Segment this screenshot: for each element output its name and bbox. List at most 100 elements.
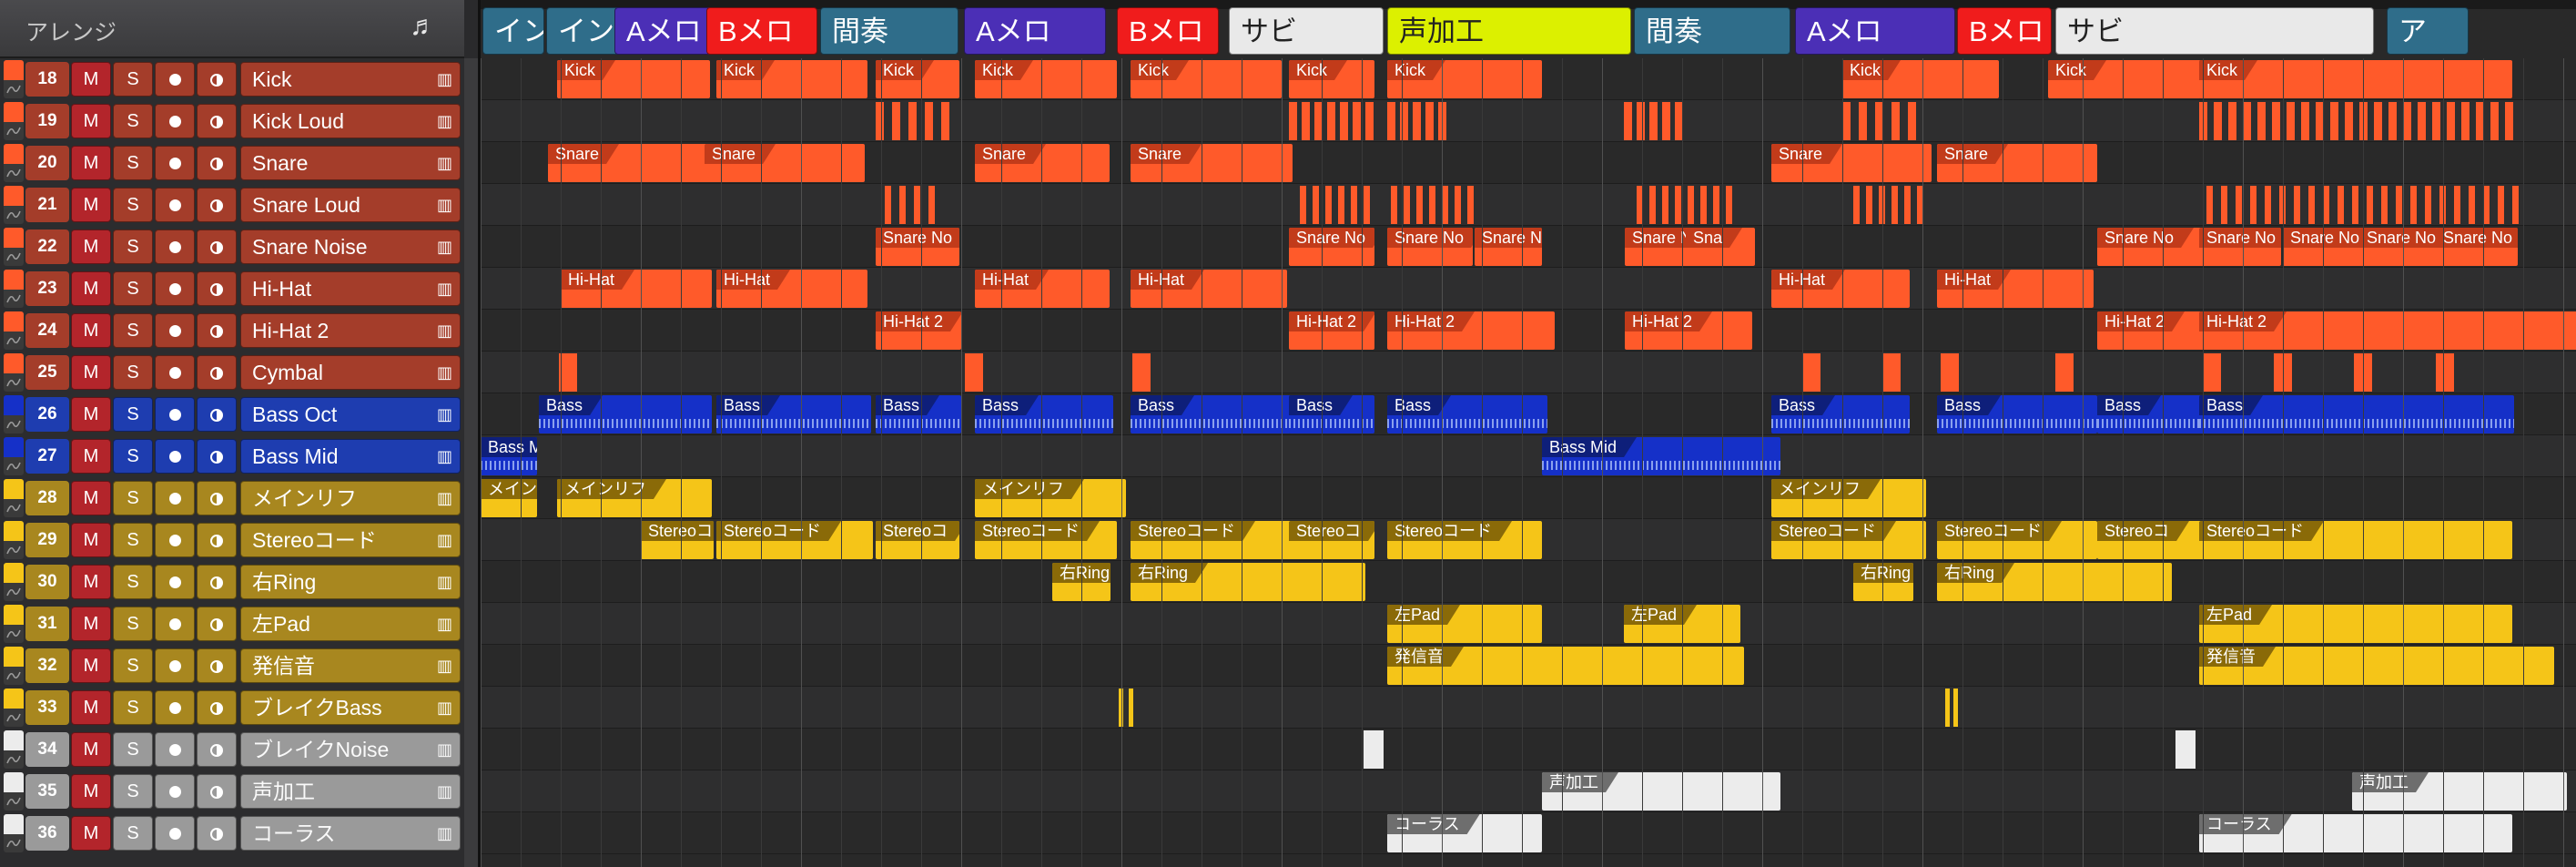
hit-event[interactable] — [914, 186, 920, 224]
section-marker[interactable]: Aメロ — [1795, 7, 1955, 55]
clip[interactable]: Stereoコ — [876, 521, 959, 559]
monitor-button[interactable] — [197, 146, 237, 180]
hit-event[interactable] — [1353, 102, 1361, 140]
instrument-keyboard-icon[interactable]: ▥ — [437, 356, 452, 389]
track-color-swatch[interactable] — [4, 353, 24, 373]
clip[interactable]: 左Pad — [2199, 605, 2512, 643]
hit-event[interactable] — [2425, 186, 2431, 224]
hit-event[interactable] — [2323, 186, 2329, 224]
track-name[interactable]: メインリフ ▥ — [240, 481, 461, 515]
hit-event[interactable] — [2490, 102, 2499, 140]
record-button[interactable] — [155, 732, 195, 767]
solo-button[interactable]: S — [113, 816, 153, 851]
clip[interactable]: Snare No — [2436, 228, 2518, 266]
mute-button[interactable]: M — [71, 774, 111, 809]
clip[interactable]: 左Pad — [1387, 605, 1542, 643]
clip[interactable]: Bass Mid — [1542, 437, 1780, 475]
hit-event[interactable] — [1413, 102, 1421, 140]
automation-wave-icon[interactable] — [6, 794, 21, 809]
track-name[interactable]: Bass Mid ▥ — [240, 439, 461, 474]
instrument-keyboard-icon[interactable]: ▥ — [437, 607, 452, 640]
clip[interactable]: Bass M — [481, 437, 537, 475]
clip[interactable]: Bass — [975, 395, 1113, 434]
clip[interactable]: メインリフ — [557, 479, 712, 517]
track-name[interactable]: ブレイクNoise ▥ — [240, 732, 461, 767]
clip[interactable]: Bass — [876, 395, 961, 434]
clip[interactable]: 右Ring — [1853, 563, 1913, 601]
mute-button[interactable]: M — [71, 188, 111, 222]
automation-wave-icon[interactable] — [6, 375, 21, 390]
track-header[interactable]: 33 M S ブレイクBass ▥ — [0, 687, 478, 729]
track-header[interactable]: 32 M S 発信音 ▥ — [0, 645, 478, 687]
instrument-keyboard-icon[interactable]: ▥ — [437, 189, 452, 221]
track-name[interactable]: Snare Loud ▥ — [240, 188, 461, 222]
clip[interactable]: Stereoコード — [1387, 521, 1542, 559]
automation-wave-icon[interactable] — [6, 291, 21, 306]
track-name[interactable]: 左Pad ▥ — [240, 607, 461, 641]
clip[interactable]: Bass — [1131, 395, 1291, 434]
clip[interactable]: Hi-Hat 2 — [1387, 311, 1555, 350]
hit-event[interactable] — [1313, 186, 1319, 224]
mute-button[interactable]: M — [71, 523, 111, 557]
hit-event[interactable] — [2228, 102, 2236, 140]
instrument-keyboard-icon[interactable]: ▥ — [437, 775, 452, 808]
hit-event[interactable] — [908, 102, 917, 140]
arrange-area[interactable]: インイントロAメロBメロ間奏AメロBメロサビ声加工間奏AメロBメロサビア Kic… — [481, 0, 2576, 867]
track-lane[interactable] — [481, 352, 2576, 393]
hit-event[interactable] — [2338, 186, 2344, 224]
clip[interactable]: Hi-Hat — [561, 270, 712, 308]
hit-event[interactable] — [1351, 186, 1357, 224]
hit-event[interactable] — [2469, 186, 2475, 224]
hit-event[interactable] — [1953, 688, 1958, 727]
automation-wave-icon[interactable] — [6, 82, 21, 97]
track-color-swatch[interactable] — [4, 772, 24, 792]
clip[interactable]: Stereoコ — [641, 521, 714, 559]
track-name[interactable]: Snare ▥ — [240, 146, 461, 180]
hit-event[interactable] — [1649, 186, 1656, 224]
section-marker[interactable]: サビ — [2055, 7, 2374, 55]
section-marker[interactable]: Bメロ — [706, 7, 817, 55]
solo-button[interactable]: S — [113, 607, 153, 641]
clip[interactable]: Kick — [2048, 60, 2201, 98]
section-marker[interactable]: Aメロ — [964, 7, 1106, 55]
hit-event[interactable] — [1416, 186, 1423, 224]
hit-event[interactable] — [1866, 186, 1872, 224]
hit-event[interactable] — [1891, 102, 1900, 140]
monitor-button[interactable] — [197, 690, 237, 725]
clip[interactable]: Bass — [1771, 395, 1910, 434]
track-header[interactable]: 19 M S Kick Loud ▥ — [0, 100, 478, 142]
clip[interactable]: 声加工 — [1542, 772, 1780, 811]
clip[interactable]: Hi-Hat 2 — [1625, 311, 1752, 350]
hit-event[interactable] — [1882, 353, 1901, 392]
hit-event[interactable] — [1675, 186, 1681, 224]
hit-event[interactable] — [2250, 186, 2257, 224]
automation-wave-icon[interactable] — [6, 627, 21, 641]
monitor-button[interactable] — [197, 104, 237, 138]
hit-event[interactable] — [2403, 102, 2411, 140]
hit-event[interactable] — [2214, 102, 2222, 140]
monitor-button[interactable] — [197, 439, 237, 474]
hit-event[interactable] — [899, 186, 906, 224]
clip[interactable]: メイン — [481, 479, 537, 517]
instrument-keyboard-icon[interactable]: ▥ — [437, 566, 452, 598]
track-lane[interactable] — [481, 477, 2576, 519]
solo-button[interactable]: S — [113, 481, 153, 515]
clip[interactable]: Snare — [1771, 144, 1932, 182]
hit-event[interactable] — [1289, 102, 1297, 140]
instrument-keyboard-icon[interactable]: ▥ — [437, 649, 452, 682]
mute-button[interactable]: M — [71, 816, 111, 851]
hit-event[interactable] — [1325, 186, 1332, 224]
hit-event[interactable] — [2330, 102, 2338, 140]
record-button[interactable] — [155, 523, 195, 557]
automation-wave-icon[interactable] — [6, 417, 21, 432]
instrument-keyboard-icon[interactable]: ▥ — [437, 272, 452, 305]
hit-event[interactable] — [892, 102, 900, 140]
hit-event[interactable] — [2236, 186, 2242, 224]
record-button[interactable] — [155, 230, 195, 264]
hit-event[interactable] — [1467, 186, 1474, 224]
track-color-swatch[interactable] — [4, 144, 24, 164]
hit-event[interactable] — [2203, 353, 2221, 392]
track-name[interactable]: 発信音 ▥ — [240, 648, 461, 683]
music-note-icon[interactable]: ♬ — [410, 11, 437, 42]
monitor-button[interactable] — [197, 481, 237, 515]
